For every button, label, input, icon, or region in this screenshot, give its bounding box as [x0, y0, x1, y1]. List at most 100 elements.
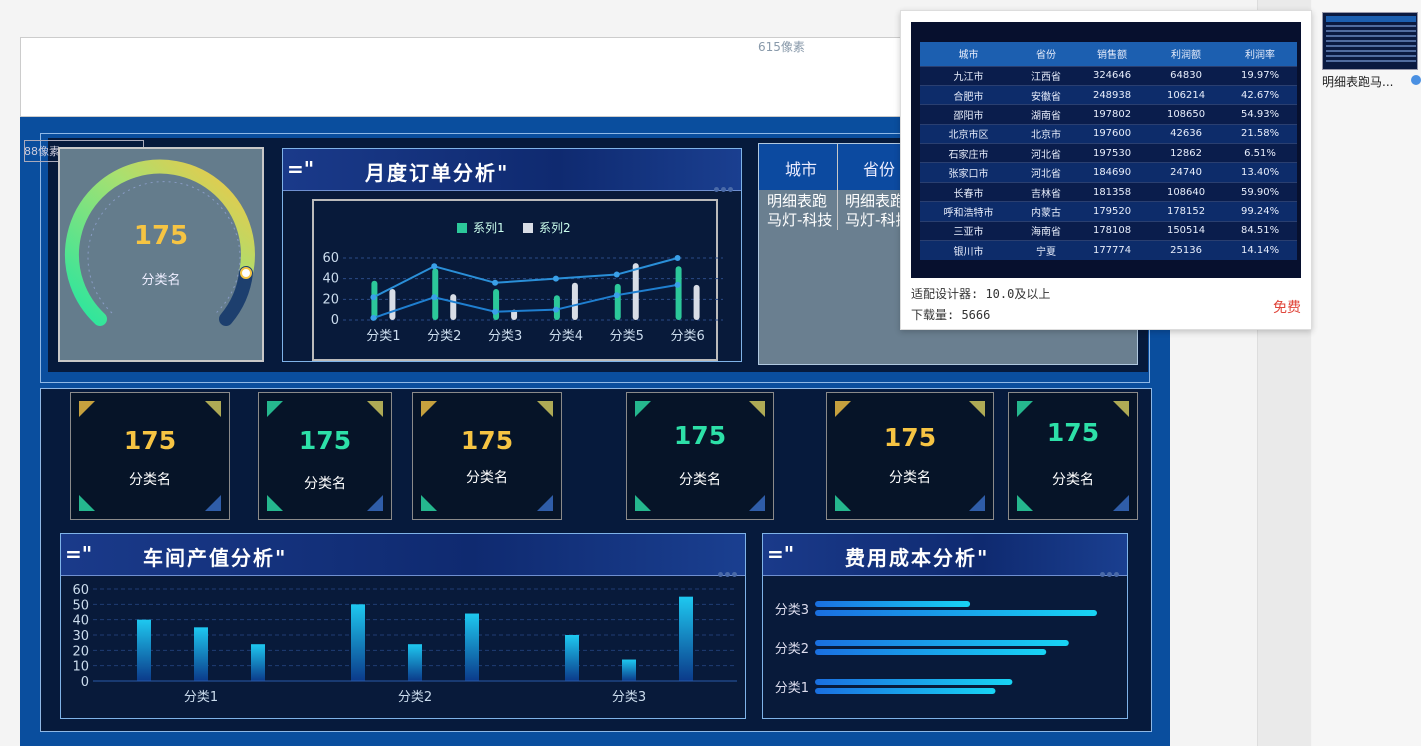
price-label: 免费 — [1273, 300, 1301, 316]
monthly-orders-title: 月度订单分析" — [365, 161, 510, 185]
download-count: 下载量: 5666 — [911, 308, 991, 322]
table-cell: 河北省 — [1016, 162, 1076, 183]
kpi-card[interactable]: 175 分类名 — [258, 392, 392, 520]
table-cell: 54.93% — [1223, 104, 1297, 125]
kpi-value: 175 — [673, 421, 727, 450]
table-row: 北京市区 北京市 197600 42636 21.58% — [920, 123, 1297, 144]
kpi-card[interactable]: 175 分类名 — [1008, 392, 1138, 520]
table-cell: 6.51% — [1223, 143, 1297, 163]
cost-panel[interactable]: =" 费用成本分析" 分类3 分类2 分类1 — [762, 533, 1128, 719]
bar-series1 — [432, 268, 439, 320]
table-cell: 181358 — [1075, 181, 1150, 202]
kpi-card[interactable]: 175 分类名 — [70, 392, 230, 520]
bar-series1 — [815, 601, 971, 607]
legend-label: 系列2 — [539, 221, 571, 235]
table-cell: 邵阳市 — [920, 104, 1017, 125]
bar-series2 — [693, 284, 700, 320]
table-cell: 13.40% — [1223, 162, 1297, 183]
table-cell: 张家口市 — [920, 162, 1017, 183]
preview-column-header: 销售额 — [1075, 42, 1150, 66]
line-point — [613, 271, 620, 278]
y-tick-label: 50 — [72, 598, 89, 613]
table-cell: 42636 — [1149, 123, 1224, 144]
bar — [465, 613, 479, 681]
line-point — [552, 275, 559, 282]
bar — [622, 659, 636, 681]
detail-cell-1: 明细表跑马灯-科技 — [767, 192, 833, 229]
cost-title-bar: =" 费用成本分析" — [763, 534, 1127, 577]
table-cell: 197600 — [1075, 123, 1150, 144]
template-preview-popup[interactable]: 城市 省份 销售额 利润额 利润率 九江市 江西省 324646 64830 19.97% 合肥市… — [900, 10, 1312, 330]
cost-title: 费用成本分析" — [845, 546, 990, 570]
y-tick-label: 20 — [322, 292, 339, 307]
gauge-widget[interactable]: 175 分类名 — [58, 147, 264, 362]
kpi-value: 175 — [460, 426, 514, 455]
table-row: 张家口市 河北省 184690 24740 13.40% — [920, 162, 1297, 183]
table-row: 呼和浩特市 内蒙古 179520 178152 99.24% — [920, 201, 1297, 222]
table-cell: 42.67% — [1223, 84, 1297, 105]
bar — [194, 627, 208, 681]
bar — [137, 619, 151, 681]
y-tick-label: 20 — [72, 644, 89, 659]
line-point — [370, 314, 377, 321]
line-point — [613, 292, 620, 299]
designer-canvas: 615像素 88像素 175 分类名 =" 月度订单分析" 系列1 系列2 60… — [0, 0, 1421, 746]
monthly-orders-chart: 系列1 系列2 60 40 20 0 分类1 分类2 分类3 分类4 分类5 分类6 — [312, 199, 723, 361]
bar-series2 — [815, 649, 1047, 655]
workshop-chart: 6050403020100 分类1 分类2 分类3 — [72, 583, 737, 705]
line-point — [431, 294, 438, 301]
table-cell: 海南省 — [1016, 220, 1076, 241]
x-tick-label: 分类6 — [670, 329, 704, 344]
bar-series1 — [371, 280, 378, 320]
workshop-title-bar: =" 车间产值分析" — [61, 534, 745, 577]
bar-series2 — [450, 294, 457, 320]
x-tick-label: 分类2 — [427, 329, 461, 344]
bar-series1 — [815, 679, 1013, 685]
table-cell: 北京市区 — [920, 123, 1017, 144]
line-point — [552, 306, 559, 313]
y-tick-label: 分类2 — [775, 642, 809, 657]
table-cell: 59.90% — [1223, 181, 1297, 202]
x-tick-label: 分类2 — [398, 690, 432, 705]
kpi-label: 分类名 — [679, 472, 721, 488]
table-cell: 长春市 — [920, 181, 1017, 202]
table-cell: 内蒙古 — [1016, 201, 1076, 222]
kpi-card[interactable]: 175 分类名 — [626, 392, 774, 520]
template-thumbnail[interactable] — [1322, 12, 1418, 70]
width-ruler-label: 615像素 — [758, 40, 805, 54]
thumbnail-preview — [1326, 16, 1416, 62]
gauge-ring — [64, 159, 255, 326]
monthly-orders-panel[interactable]: =" 月度订单分析" 系列1 系列2 60 40 20 0 分类1 分类2 分类3 分类4 分类5 分… — [282, 148, 742, 362]
x-tick-label: 分类1 — [184, 690, 218, 705]
gauge-label: 分类名 — [141, 273, 181, 288]
y-tick-label: 0 — [331, 313, 339, 328]
table-cell: 178152 — [1149, 201, 1224, 222]
table-cell: 324646 — [1075, 65, 1150, 86]
legend-swatch — [523, 223, 533, 233]
legend-label: 系列1 — [473, 221, 505, 235]
x-tick-label: 分类1 — [366, 329, 400, 344]
preview-table: 城市 省份 销售额 利润额 利润率 九江市 江西省 324646 64830 19.97% 合肥市… — [920, 42, 1297, 260]
cost-chart: 分类3 分类2 分类1 — [775, 601, 1097, 696]
bar-series2 — [389, 289, 396, 320]
table-cell: 99.24% — [1223, 201, 1297, 222]
table-cell: 179520 — [1075, 201, 1150, 222]
table-cell: 合肥市 — [920, 84, 1017, 105]
line-point — [492, 308, 499, 315]
kpi-card[interactable]: 175 分类名 — [826, 392, 994, 520]
y-tick-label: 分类1 — [775, 681, 809, 696]
workshop-panel[interactable]: =" 车间产值分析" 60 50 40 30 20 10 0 分类1 分类2 分类3 — [60, 533, 746, 719]
legend: 系列1 系列2 — [457, 221, 571, 235]
table-cell: 108640 — [1149, 181, 1224, 202]
y-tick-label: 60 — [322, 251, 339, 266]
table-cell: 安徽省 — [1016, 84, 1076, 105]
table-cell: 河北省 — [1016, 143, 1076, 163]
table-cell: 12862 — [1149, 143, 1224, 163]
template-pane — [1312, 0, 1421, 746]
kpi-label: 分类名 — [304, 476, 346, 492]
kpi-card[interactable]: 175 分类名 — [412, 392, 562, 520]
kpi-label: 分类名 — [889, 470, 931, 486]
table-cell: 84.51% — [1223, 220, 1297, 241]
bar — [251, 644, 265, 681]
thumbnail-label: 明细表跑马... — [1322, 75, 1394, 89]
